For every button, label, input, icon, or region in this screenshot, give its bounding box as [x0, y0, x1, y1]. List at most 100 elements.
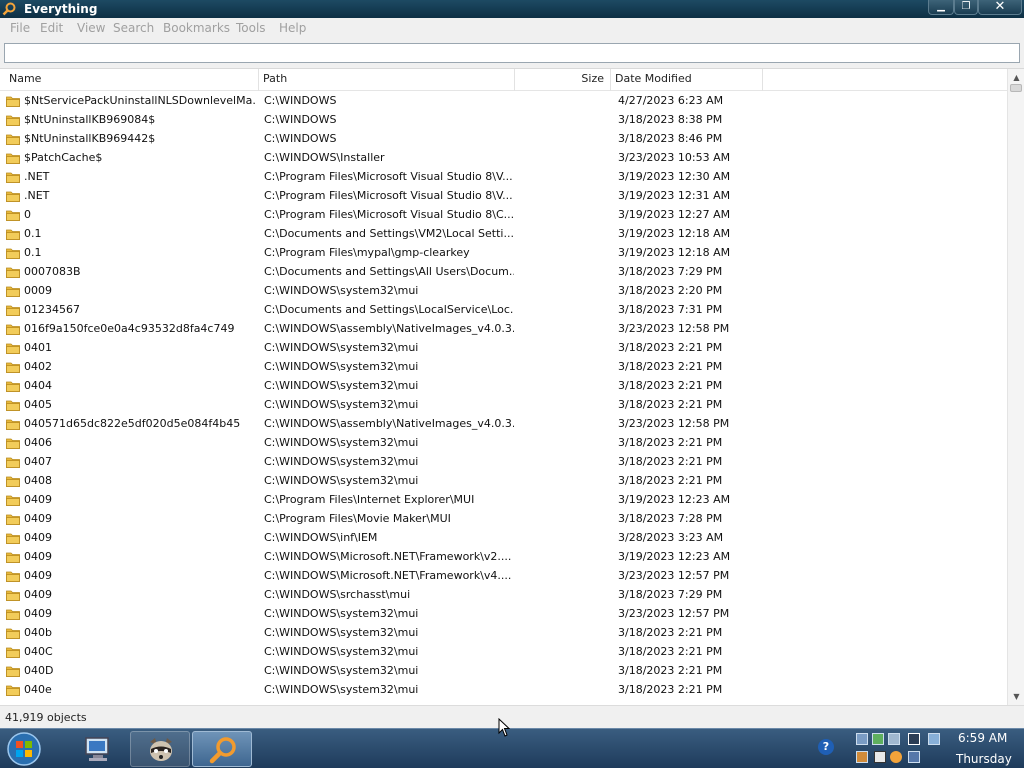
table-row[interactable]: 0408 C:\WINDOWS\system32\mui 3/18/2023 2:2…: [0, 472, 1007, 491]
column-size-header[interactable]: Size: [515, 69, 611, 91]
column-name-header[interactable]: Name: [5, 69, 259, 91]
table-row[interactable]: .NET C:\Program Files\Microsoft Visual St…: [0, 168, 1007, 187]
folder-icon: [6, 362, 20, 373]
menu-bookmarks[interactable]: Bookmarks: [163, 21, 230, 35]
table-row[interactable]: 0401 C:\WINDOWS\system32\mui 3/18/2023 2:2…: [0, 339, 1007, 358]
network-icon[interactable]: [856, 733, 868, 745]
menu-tools[interactable]: Tools: [236, 21, 266, 35]
file-name: 01234567: [24, 303, 80, 316]
table-row[interactable]: 0404 C:\WINDOWS\system32\mui 3/18/2023 2:2…: [0, 377, 1007, 396]
menu-view[interactable]: View: [77, 21, 105, 35]
file-path: C:\Program Files\Microsoft Visual Studio…: [264, 170, 513, 183]
search-input[interactable]: [4, 43, 1020, 63]
table-row[interactable]: 0409 C:\WINDOWS\Microsoft.NET\Framework\v…: [0, 548, 1007, 567]
file-name: $PatchCache$: [24, 151, 103, 164]
keyboard-icon[interactable]: [908, 751, 920, 763]
menu-search[interactable]: Search: [113, 21, 154, 35]
table-row[interactable]: 0 C:\Program Files\Microsoft Visual Studi…: [0, 206, 1007, 225]
folder-icon: [6, 381, 20, 392]
computer-icon: [85, 737, 109, 761]
table-row[interactable]: 0409 C:\WINDOWS\srchasst\mui 3/18/2023 7:2…: [0, 586, 1007, 605]
date-modified: 3/18/2023 2:21 PM: [618, 398, 723, 411]
folder-icon: [6, 134, 20, 145]
folder-icon: [6, 343, 20, 354]
table-row[interactable]: 0.1 C:\Program Files\mypal\gmp-clearkey 3/…: [0, 244, 1007, 263]
folder-icon: [6, 533, 20, 544]
menu-help[interactable]: Help: [279, 21, 306, 35]
table-row[interactable]: 0009 C:\WINDOWS\system32\mui 3/18/2023 2:2…: [0, 282, 1007, 301]
file-name: 0406: [24, 436, 52, 449]
folder-icon: [6, 400, 20, 411]
file-name: $NtUninstallKB969084$: [24, 113, 156, 126]
table-row[interactable]: 0409 C:\WINDOWS\system32\mui 3/23/2023 12:…: [0, 605, 1007, 624]
taskbar-everything-button[interactable]: [192, 731, 252, 767]
date-modified: 3/18/2023 2:21 PM: [618, 645, 723, 658]
vertical-scrollbar[interactable]: ▲ ▼: [1007, 69, 1024, 706]
scroll-up-arrow-icon[interactable]: ▲: [1011, 72, 1022, 83]
table-row[interactable]: 0409 C:\WINDOWS\inf\IEM 3/28/2023 3:23 AM: [0, 529, 1007, 548]
scroll-down-arrow-icon[interactable]: ▼: [1011, 691, 1022, 702]
table-row[interactable]: 0.1 C:\Documents and Settings\VM2\Local S…: [0, 225, 1007, 244]
table-row[interactable]: $NtUninstallKB969442$ C:\WINDOWS 3/18/2023…: [0, 130, 1007, 149]
tray-app-icon[interactable]: [856, 751, 868, 763]
file-name: 0409: [24, 550, 52, 563]
file-name: 040C: [24, 645, 53, 658]
folder-icon: [6, 438, 20, 449]
table-row[interactable]: 0406 C:\WINDOWS\system32\mui 3/18/2023 2:2…: [0, 434, 1007, 453]
table-row[interactable]: .NET C:\Program Files\Microsoft Visual St…: [0, 187, 1007, 206]
folder-icon: [6, 457, 20, 468]
monitor-icon[interactable]: [928, 733, 940, 745]
security-icon[interactable]: [872, 733, 884, 745]
file-name: 0409: [24, 512, 52, 525]
file-path: C:\WINDOWS\system32\mui: [264, 398, 419, 411]
taskbar-computer-button[interactable]: [68, 731, 128, 767]
results-list[interactable]: Name Path Size Date Modified $NtServiceP…: [0, 68, 1024, 706]
maximize-button[interactable]: ❐: [954, 0, 978, 15]
column-date-header[interactable]: Date Modified: [611, 69, 763, 91]
table-row[interactable]: 0409 C:\Program Files\Movie Maker\MUI 3/18…: [0, 510, 1007, 529]
menu-edit[interactable]: Edit: [40, 21, 63, 35]
clock-day[interactable]: Thursday: [956, 752, 1012, 766]
minimize-button[interactable]: ▁: [928, 0, 954, 15]
file-name: 0409: [24, 607, 52, 620]
table-row[interactable]: 0407 C:\WINDOWS\system32\mui 3/18/2023 2:2…: [0, 453, 1007, 472]
table-row[interactable]: $NtUninstallKB969084$ C:\WINDOWS 3/18/2023…: [0, 111, 1007, 130]
title-bar[interactable]: Everything ▁ ❐ ✕: [0, 0, 1024, 18]
file-path: C:\WINDOWS: [264, 113, 337, 126]
app-tray-icon[interactable]: [888, 733, 900, 745]
raccoon-icon: [150, 738, 172, 761]
table-row[interactable]: 040D C:\WINDOWS\system32\mui 3/18/2023 2:2…: [0, 662, 1007, 681]
table-row[interactable]: 016f9a150fce0e0a4c93532d8fa4c749 C:\WINDO…: [0, 320, 1007, 339]
menu-file[interactable]: File: [10, 21, 30, 35]
folder-icon: [6, 571, 20, 582]
date-modified: 3/18/2023 7:29 PM: [618, 265, 723, 278]
status-bar: 41,919 objects: [0, 705, 1024, 728]
table-row[interactable]: 040C C:\WINDOWS\system32\mui 3/18/2023 2:2…: [0, 643, 1007, 662]
scroll-thumb[interactable]: [1010, 84, 1022, 92]
table-row[interactable]: 01234567 C:\Documents and Settings\LocalS…: [0, 301, 1007, 320]
table-row[interactable]: 0402 C:\WINDOWS\system32\mui 3/18/2023 2:2…: [0, 358, 1007, 377]
table-row[interactable]: 040e C:\WINDOWS\system32\mui 3/18/2023 2:2…: [0, 681, 1007, 700]
file-path: C:\WINDOWS: [264, 132, 337, 145]
start-button[interactable]: [4, 731, 44, 767]
volume-icon[interactable]: [874, 751, 886, 763]
close-button[interactable]: ✕: [978, 0, 1022, 15]
clock-time[interactable]: 6:59 AM: [958, 731, 1007, 745]
table-row[interactable]: 040b C:\WINDOWS\system32\mui 3/18/2023 2:2…: [0, 624, 1007, 643]
file-name: 0407: [24, 455, 52, 468]
table-row[interactable]: 0405 C:\WINDOWS\system32\mui 3/18/2023 2:2…: [0, 396, 1007, 415]
column-path-header[interactable]: Path: [259, 69, 515, 91]
table-row[interactable]: $NtServicePackUninstallNLSDownlevelMa...…: [0, 92, 1007, 111]
table-row[interactable]: 0409 C:\WINDOWS\Microsoft.NET\Framework\v…: [0, 567, 1007, 586]
taskbar-raccoon-button[interactable]: [130, 731, 190, 767]
table-row[interactable]: $PatchCache$ C:\WINDOWS\Installer 3/23/202…: [0, 149, 1007, 168]
help-icon[interactable]: ?: [818, 739, 834, 755]
date-modified: 3/18/2023 2:21 PM: [618, 379, 723, 392]
table-row[interactable]: 0409 C:\Program Files\Internet Explorer\M…: [0, 491, 1007, 510]
table-row[interactable]: 0007083B C:\Documents and Settings\All Us…: [0, 263, 1007, 282]
display-icon[interactable]: [908, 733, 920, 745]
table-row[interactable]: 040571d65dc822e5df020d5e084f4b45 C:\WINDO…: [0, 415, 1007, 434]
everything-tray-icon[interactable]: [890, 751, 902, 763]
date-modified: 4/27/2023 6:23 AM: [618, 94, 724, 107]
file-path: C:\WINDOWS\Microsoft.NET\Framework\v2...…: [264, 550, 512, 563]
